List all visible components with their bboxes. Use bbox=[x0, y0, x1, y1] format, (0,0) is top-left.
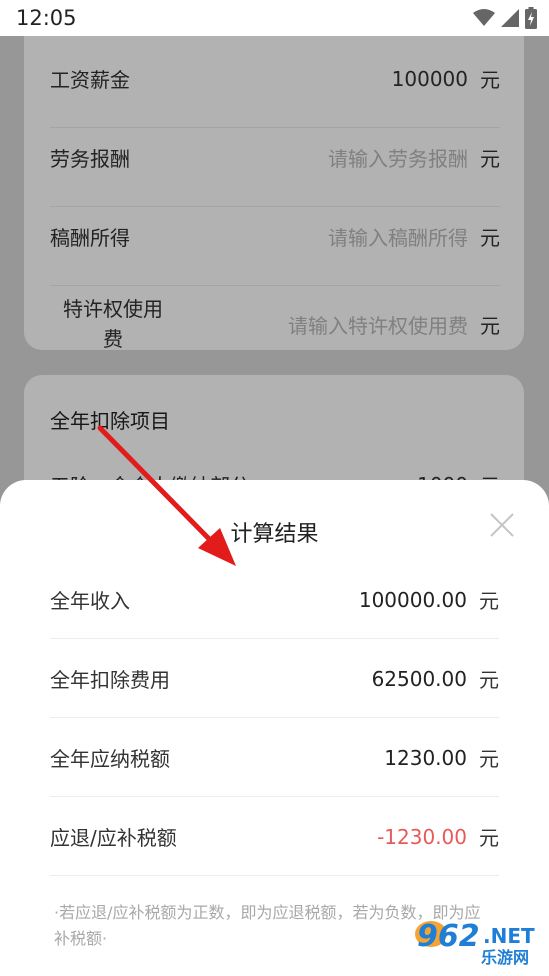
result-title: 计算结果 bbox=[230, 522, 319, 547]
result-value: 100000.00 bbox=[358, 587, 467, 612]
close-icon[interactable] bbox=[489, 512, 515, 538]
watermark-suffix: .NET bbox=[483, 924, 535, 948]
wifi-icon bbox=[473, 9, 495, 26]
unit-label: 元 bbox=[479, 826, 499, 850]
result-sheet: 计算结果 全年收入 100000.00 元 全年扣除费用 62500.00 元 … bbox=[0, 480, 549, 976]
result-row-refund: 应退/应补税额 -1230.00 元 bbox=[50, 797, 499, 876]
watermark-sub: 乐游网 bbox=[481, 948, 529, 966]
result-label: 全年应纳税额 bbox=[50, 747, 170, 771]
result-row-deduction: 全年扣除费用 62500.00 元 bbox=[50, 639, 499, 718]
battery-icon bbox=[525, 7, 537, 29]
result-label: 应退/应补税额 bbox=[50, 826, 177, 850]
result-row-income: 全年收入 100000.00 元 bbox=[50, 560, 499, 639]
unit-label: 元 bbox=[479, 747, 499, 771]
status-time: 12:05 bbox=[16, 6, 77, 30]
result-value: 62500.00 bbox=[371, 666, 467, 691]
result-label: 全年收入 bbox=[50, 589, 130, 613]
watermark-number: 962 bbox=[417, 919, 480, 954]
status-bar: 12:05 bbox=[0, 0, 549, 36]
watermark-logo: 962 .NET 乐游网 bbox=[411, 912, 543, 970]
result-value: 1230.00 bbox=[384, 745, 467, 770]
status-icons bbox=[473, 7, 537, 29]
result-value-negative: -1230.00 bbox=[377, 824, 467, 849]
unit-label: 元 bbox=[479, 589, 499, 613]
row-divider bbox=[50, 875, 499, 876]
result-label: 全年扣除费用 bbox=[50, 668, 170, 692]
signal-icon bbox=[501, 9, 519, 27]
unit-label: 元 bbox=[479, 668, 499, 692]
result-row-tax-payable: 全年应纳税额 1230.00 元 bbox=[50, 718, 499, 797]
